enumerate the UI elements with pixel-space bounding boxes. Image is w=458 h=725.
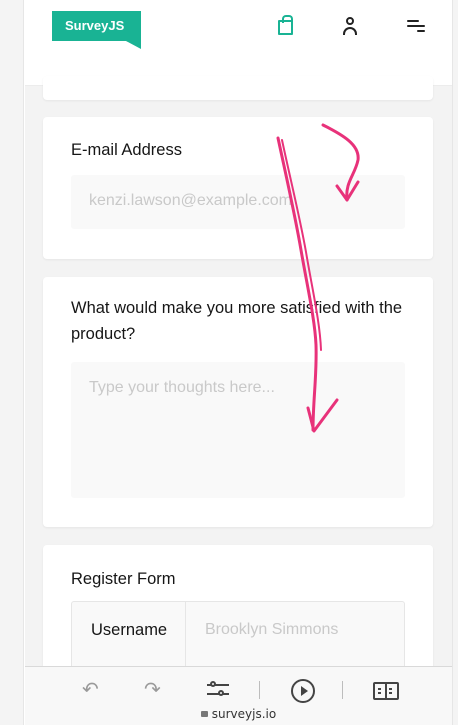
- previous-question-card: [43, 76, 433, 100]
- settings-icon[interactable]: [207, 680, 231, 700]
- username-label: Username: [91, 621, 168, 639]
- book-icon[interactable]: [373, 682, 399, 700]
- satisfaction-question-card: What would make you more satisfied with …: [43, 277, 433, 527]
- username-input[interactable]: Brooklyn Simmons: [205, 617, 338, 643]
- right-frame-edge: [452, 0, 458, 725]
- forward-icon[interactable]: ↷: [144, 679, 161, 701]
- email-input[interactable]: kenzi.lawson@example.com: [71, 175, 405, 229]
- play-icon[interactable]: [291, 679, 315, 703]
- toolbar-divider: [259, 681, 260, 699]
- menu-icon[interactable]: [407, 19, 425, 33]
- satisfaction-comment-textarea[interactable]: Type your thoughts here...: [71, 362, 405, 498]
- left-frame-edge: [0, 0, 24, 725]
- back-icon[interactable]: ↶: [82, 679, 99, 701]
- mobile-viewport: SurveyJS E-mail Address kenzi.lawson@exa…: [25, 0, 452, 725]
- user-icon[interactable]: [343, 17, 357, 37]
- url-bar[interactable]: surveyjs.io: [25, 707, 452, 721]
- email-question-card: E-mail Address kenzi.lawson@example.com: [43, 117, 433, 259]
- top-app-bar: SurveyJS: [25, 0, 452, 86]
- bag-icon[interactable]: [278, 15, 293, 35]
- surveyjs-logo[interactable]: SurveyJS: [52, 11, 141, 49]
- url-text: surveyjs.io: [211, 707, 277, 721]
- lock-icon: [200, 711, 208, 717]
- browser-toolbar: ↶ ↷ surveyjs.io: [25, 666, 452, 725]
- toolbar-divider: [342, 681, 343, 699]
- email-question-title: E-mail Address: [71, 141, 182, 159]
- register-form-title: Register Form: [71, 570, 176, 588]
- satisfaction-question-title: What would make you more satisfied with …: [71, 299, 403, 343]
